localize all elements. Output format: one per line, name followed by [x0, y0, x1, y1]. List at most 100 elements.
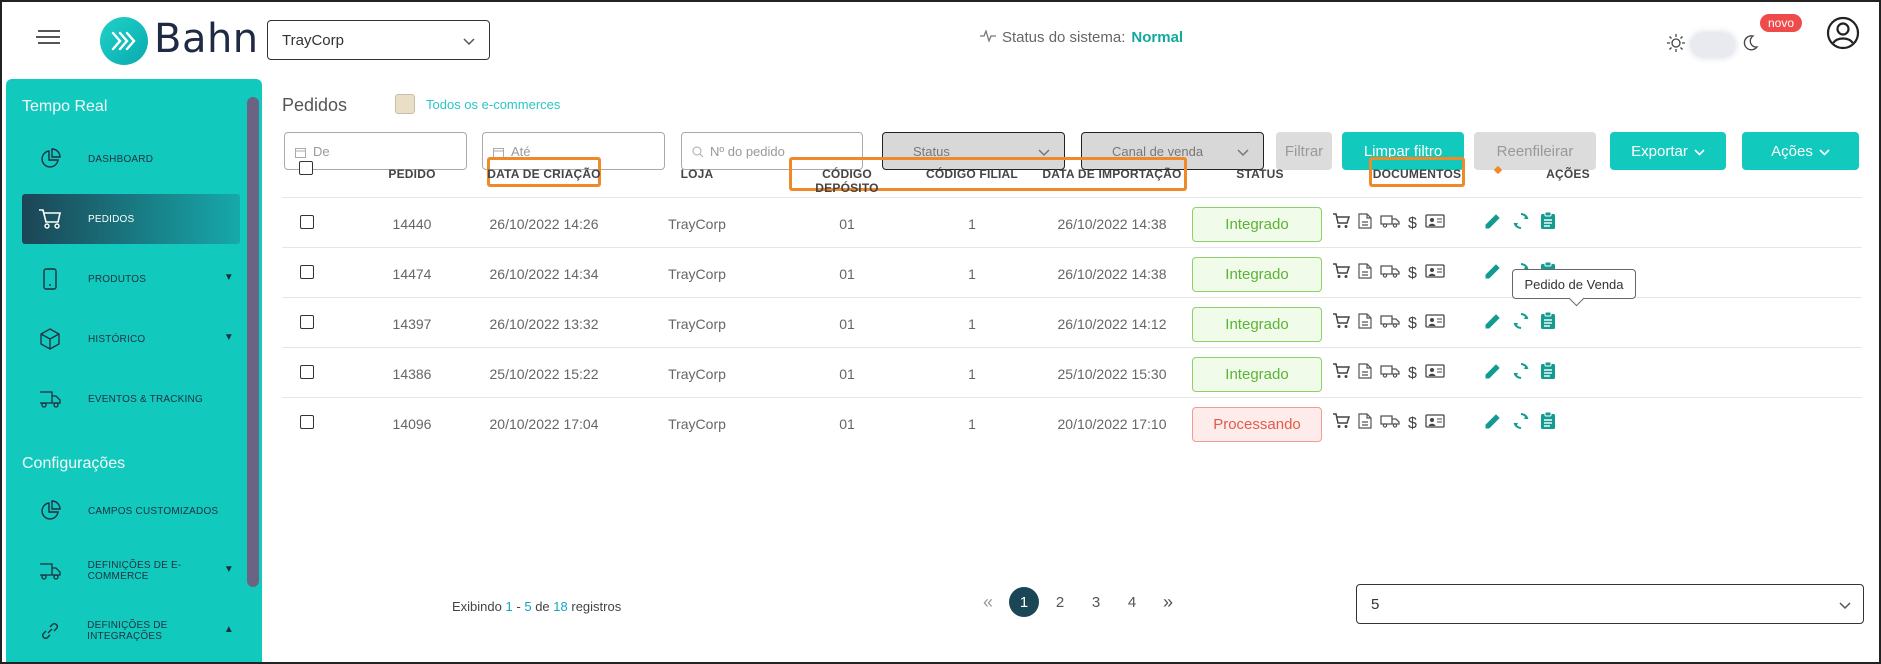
sidebar-item-integracoes[interactable]: DEFINIÇÕES DE INTEGRAÇÕES ▲ [22, 606, 240, 656]
logo-icon [100, 17, 148, 65]
pie-chart-icon [38, 499, 62, 523]
clipboard-icon[interactable] [1540, 361, 1556, 385]
dollar-icon[interactable]: $ [1408, 265, 1417, 283]
status-badge: Integrado [1192, 307, 1322, 342]
cart-icon[interactable] [1332, 413, 1351, 434]
main-content: Pedidos Todos os e-commerces De Até Nº d… [264, 79, 1879, 662]
theme-switch[interactable] [1691, 33, 1735, 57]
dollar-icon[interactable]: $ [1408, 215, 1417, 233]
sidebar-item-produtos[interactable]: PRODUTOS ▼ [22, 254, 240, 304]
cell-data-criacao: 25/10/2022 15:22 [489, 366, 599, 382]
truck-icon[interactable] [1380, 264, 1400, 283]
document-icon[interactable] [1358, 363, 1372, 384]
page-4[interactable]: 4 [1114, 587, 1150, 617]
menu-toggle-icon[interactable] [36, 30, 60, 48]
edit-icon[interactable] [1484, 212, 1502, 235]
id-card-icon[interactable] [1425, 414, 1445, 433]
sync-icon[interactable] [1512, 212, 1530, 235]
row-actions [1484, 211, 1556, 235]
edit-icon[interactable] [1484, 362, 1502, 385]
cell-loja: TrayCorp [668, 316, 726, 332]
cell-loja: TrayCorp [668, 416, 726, 432]
truck-icon[interactable] [1380, 214, 1400, 233]
dollar-icon[interactable]: $ [1408, 315, 1417, 333]
row-checkbox[interactable] [300, 315, 314, 329]
sync-icon[interactable] [1512, 412, 1530, 435]
cart-icon[interactable] [1332, 263, 1351, 284]
moon-icon [1741, 34, 1759, 57]
col-data-criacao: DATA DE CRIAÇÃO [487, 167, 601, 181]
sync-icon[interactable] [1512, 362, 1530, 385]
document-icon[interactable] [1358, 413, 1372, 434]
sidebar-item-ecommerce[interactable]: DEFINIÇÕES DE E-COMMERCE ▼ [22, 546, 240, 596]
clipboard-icon[interactable] [1540, 211, 1556, 235]
user-avatar-icon[interactable] [1826, 16, 1860, 50]
all-ecommerces-checkbox[interactable] [395, 94, 415, 114]
cart-icon[interactable] [1332, 363, 1351, 384]
cart-icon[interactable] [1332, 313, 1351, 334]
sidebar-item-label: CAMPOS CUSTOMIZADOS [88, 505, 219, 517]
theme-toggle[interactable] [1667, 33, 1759, 57]
sidebar-item-label: PEDIDOS [88, 213, 135, 225]
edit-icon[interactable] [1484, 312, 1502, 335]
sidebar-scrollbar[interactable] [247, 97, 259, 587]
col-data-importacao: DATA DE IMPORTAÇÃO [1042, 167, 1182, 181]
select-all-checkbox[interactable] [299, 161, 313, 175]
document-icon[interactable] [1358, 213, 1372, 234]
id-card-icon[interactable] [1425, 264, 1445, 283]
col-acoes: AÇÕES [1546, 167, 1590, 181]
page-1[interactable]: 1 [1006, 587, 1042, 617]
id-card-icon[interactable] [1425, 314, 1445, 333]
id-card-icon[interactable] [1425, 214, 1445, 233]
row-checkbox[interactable] [300, 215, 314, 229]
page-3[interactable]: 3 [1078, 587, 1114, 617]
all-ecommerces-label[interactable]: Todos os e-commerces [426, 97, 560, 112]
truck-icon[interactable] [1380, 314, 1400, 333]
cell-codigo-deposito: 01 [839, 216, 855, 232]
document-icon[interactable] [1358, 263, 1372, 284]
row-checkbox[interactable] [300, 265, 314, 279]
id-card-icon[interactable] [1425, 364, 1445, 383]
row-checkbox[interactable] [300, 415, 314, 429]
page-title: Pedidos [282, 95, 348, 115]
cell-data-criacao: 26/10/2022 14:34 [489, 266, 599, 282]
sync-icon[interactable] [1512, 312, 1530, 335]
edit-icon[interactable] [1484, 412, 1502, 435]
sidebar-item-campos[interactable]: CAMPOS CUSTOMIZADOS [22, 486, 240, 536]
new-badge[interactable]: novo [1760, 14, 1803, 32]
box-icon [38, 327, 62, 351]
sidebar-item-historico[interactable]: HISTÓRICO ▼ [22, 314, 240, 364]
document-icon[interactable] [1358, 313, 1372, 334]
cell-codigo-deposito: 01 [839, 416, 855, 432]
cell-codigo-filial: 1 [968, 316, 976, 332]
cell-loja: TrayCorp [668, 366, 726, 382]
prev-page-icon[interactable]: « [970, 587, 1006, 617]
cell-codigo-filial: 1 [968, 416, 976, 432]
pager-to: 5 [524, 599, 532, 614]
next-page-icon[interactable]: » [1150, 587, 1186, 617]
clipboard-icon[interactable] [1540, 411, 1556, 435]
pager-total: 18 [553, 599, 568, 614]
document-actions: $ [1332, 413, 1445, 434]
row-checkbox[interactable] [300, 365, 314, 379]
store-select[interactable]: TrayCorp [267, 20, 490, 60]
clipboard-icon[interactable] [1540, 311, 1556, 335]
sidebar-item-pedidos[interactable]: PEDIDOS [22, 194, 240, 244]
per-page-select[interactable]: 5 [1356, 584, 1864, 624]
dollar-icon[interactable]: $ [1408, 415, 1417, 433]
row-actions [1484, 361, 1556, 385]
sidebar-item-dashboard[interactable]: DASHBOARD [22, 134, 240, 184]
page-2[interactable]: 2 [1042, 587, 1078, 617]
dollar-icon[interactable]: $ [1408, 365, 1417, 383]
sidebar-item-eventos[interactable]: EVENTOS & TRACKING [22, 374, 240, 424]
store-select-value: TrayCorp [282, 32, 344, 49]
cart-icon[interactable] [1332, 213, 1351, 234]
pager-prefix: Exibindo [452, 599, 502, 614]
app-window: Bahn TrayCorp Status do sistema: Normal … [0, 0, 1881, 664]
truck-icon[interactable] [1380, 364, 1400, 383]
cell-data-criacao: 26/10/2022 14:26 [489, 216, 599, 232]
sun-icon [1667, 33, 1685, 57]
edit-icon[interactable] [1484, 262, 1502, 285]
pagination: « 1 2 3 4 » [970, 587, 1186, 617]
truck-icon[interactable] [1380, 414, 1400, 433]
